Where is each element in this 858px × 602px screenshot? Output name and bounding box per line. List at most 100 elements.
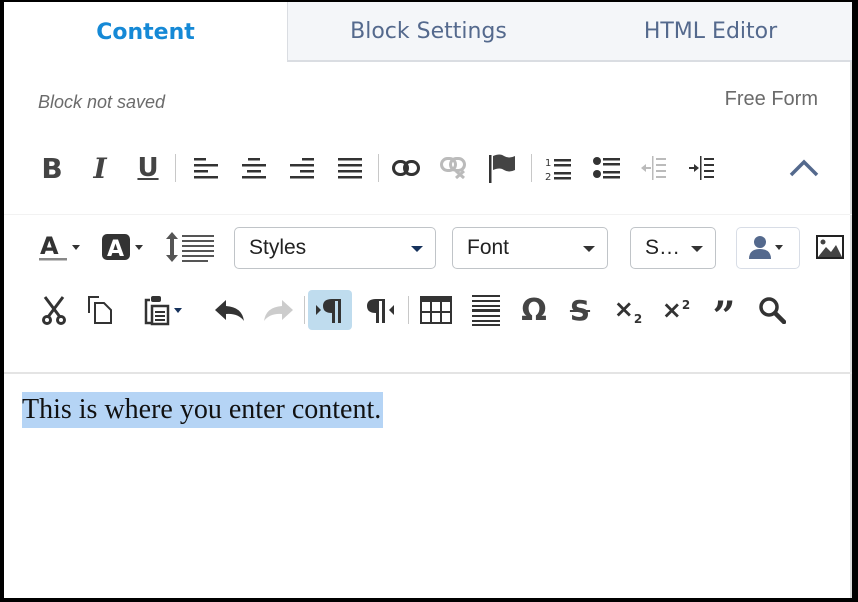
separator — [304, 296, 305, 324]
numbered-list-button[interactable]: 12 — [540, 148, 576, 188]
image-icon — [816, 235, 844, 259]
align-center-button[interactable] — [236, 148, 272, 188]
table-icon — [420, 296, 452, 324]
unlink-icon — [440, 157, 466, 179]
font-dropdown-label: Font — [467, 236, 510, 259]
redo-button[interactable] — [258, 290, 298, 330]
underline-icon: U — [137, 153, 159, 183]
chevron-down-icon — [411, 246, 423, 252]
merge-field-button[interactable] — [736, 227, 800, 269]
indent-icon — [689, 156, 714, 180]
line-height-icon — [166, 232, 214, 262]
redo-icon — [264, 300, 293, 321]
bold-icon: B — [41, 151, 63, 185]
text-color-icon: A — [39, 232, 80, 261]
flag-icon — [489, 154, 515, 183]
italic-button[interactable]: I — [82, 148, 118, 188]
bulleted-list-button[interactable] — [588, 148, 624, 188]
decrease-indent-button[interactable] — [636, 148, 672, 188]
increase-indent-button[interactable] — [684, 148, 720, 188]
copy-button[interactable] — [82, 290, 118, 330]
rtl-direction-button[interactable] — [360, 290, 400, 330]
align-right-button[interactable] — [284, 148, 320, 188]
size-dropdown[interactable]: S… — [630, 227, 716, 269]
outdent-icon — [641, 156, 666, 180]
tab-content[interactable]: Content — [4, 2, 287, 62]
justify-icon — [338, 158, 362, 179]
anchor-button[interactable] — [484, 148, 520, 188]
superscript-icon: ×2 — [661, 296, 691, 324]
background-color-button[interactable]: A — [98, 227, 148, 267]
user-icon — [749, 236, 783, 259]
italic-icon: I — [93, 151, 107, 185]
svg-text:A: A — [107, 237, 124, 262]
save-status: Block not saved — [38, 92, 166, 112]
align-right-icon — [290, 158, 314, 179]
mode-label: Free Form — [724, 88, 818, 110]
unlink-button[interactable] — [436, 148, 472, 188]
collapse-toolbar-button[interactable] — [784, 148, 824, 188]
table-button[interactable] — [416, 290, 456, 330]
styles-dropdown[interactable]: Styles — [234, 227, 436, 269]
toolbar-row-styles: A A Styles Font S… — [4, 214, 852, 274]
subscript-icon: ×2 — [613, 294, 643, 326]
align-left-button[interactable] — [188, 148, 224, 188]
editor-panel: Content Block Settings HTML Editor Block… — [4, 2, 852, 598]
find-button[interactable] — [752, 290, 792, 330]
search-icon — [759, 297, 786, 324]
special-character-button[interactable]: Ω — [514, 290, 554, 330]
text-color-button[interactable]: A — [34, 227, 84, 267]
cut-button[interactable] — [36, 290, 72, 330]
chevron-up-icon — [789, 159, 819, 177]
font-dropdown[interactable]: Font — [452, 227, 608, 269]
horizontal-rule-icon — [472, 295, 500, 326]
undo-button[interactable] — [210, 290, 250, 330]
svg-text:2: 2 — [545, 172, 551, 181]
background-color-icon: A — [102, 234, 143, 262]
numbered-list-icon: 12 — [545, 158, 571, 181]
styles-dropdown-label: Styles — [249, 236, 307, 259]
subscript-button[interactable]: ×2 — [608, 290, 648, 330]
align-left-icon — [194, 158, 218, 179]
svg-text:1: 1 — [545, 158, 551, 169]
paste-button[interactable] — [140, 290, 190, 330]
omega-icon: Ω — [521, 292, 547, 328]
clipboard-icon — [144, 296, 182, 326]
strikethrough-icon: S — [569, 293, 591, 327]
underline-button[interactable]: U — [130, 148, 166, 188]
separator — [531, 154, 532, 182]
size-dropdown-label: S… — [645, 236, 681, 259]
separator — [378, 154, 379, 182]
chevron-down-icon — [583, 246, 595, 252]
rtl-paragraph-icon — [367, 299, 394, 323]
blockquote-button[interactable]: ” — [704, 290, 744, 340]
align-center-icon — [242, 158, 266, 179]
superscript-button[interactable]: ×2 — [656, 290, 696, 330]
tab-block-settings[interactable]: Block Settings — [287, 2, 569, 62]
strikethrough-button[interactable]: S — [560, 290, 600, 330]
svg-text:A: A — [40, 232, 59, 260]
image-button[interactable] — [812, 227, 848, 267]
editor-content-area[interactable]: This is where you enter content. — [4, 374, 852, 598]
undo-icon — [215, 300, 244, 321]
quote-icon: ” — [712, 293, 736, 340]
scissors-icon — [42, 296, 66, 325]
tab-bar: Content Block Settings HTML Editor — [4, 2, 852, 62]
toolbar-row-editing: Ω S ×2 ×2 ” — [4, 290, 852, 350]
copy-icon — [88, 296, 112, 324]
separator — [408, 296, 409, 324]
ltr-paragraph-icon — [316, 299, 341, 323]
separator — [175, 154, 176, 182]
ltr-direction-button[interactable] — [308, 290, 352, 330]
line-height-button[interactable] — [164, 227, 220, 267]
chevron-down-icon — [691, 246, 703, 252]
justify-button[interactable] — [332, 148, 368, 188]
bold-button[interactable]: B — [34, 148, 70, 188]
toolbar-row-formatting: B I U 12 — [4, 148, 852, 208]
link-button[interactable] — [388, 148, 424, 188]
bulleted-list-icon — [593, 157, 620, 179]
horizontal-rule-button[interactable] — [466, 290, 506, 330]
link-icon — [392, 160, 420, 176]
editor-content-text[interactable]: This is where you enter content. — [22, 392, 384, 428]
tab-html-editor[interactable]: HTML Editor — [569, 2, 852, 62]
